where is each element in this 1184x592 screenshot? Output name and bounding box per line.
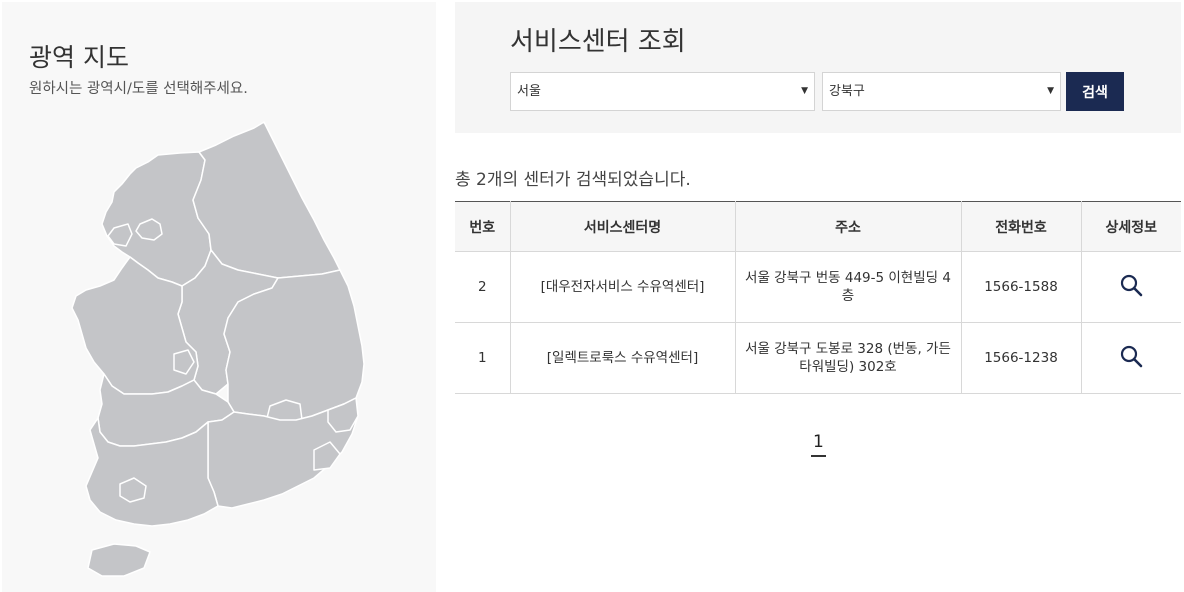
- region-jeju[interactable]: [87, 543, 151, 577]
- header-detail: 상세정보: [1080, 201, 1181, 252]
- header-center-name: 서비스센터명: [509, 201, 735, 252]
- pagination: 1: [811, 432, 826, 457]
- table-header-row: 번호 서비스센터명 주소 전화번호 상세정보: [455, 201, 1181, 252]
- search-panel: 서비스센터 조회 서울 ▼ 강북구 ▼ 검색: [455, 2, 1181, 133]
- row-phone: 1566-1588: [960, 251, 1081, 323]
- results-table: 번호 서비스센터명 주소 전화번호 상세정보 2 [대우전자서비스 수유역센터]…: [455, 201, 1181, 394]
- row-detail: [1080, 322, 1181, 394]
- row-number: 1: [455, 322, 510, 394]
- row-number: 2: [455, 251, 510, 323]
- row-detail: [1080, 251, 1181, 323]
- page-link-current[interactable]: 1: [811, 432, 826, 457]
- row-address: 서울 강북구 도봉로 328 (번동, 가든타워빌딩) 302호: [734, 322, 961, 394]
- region-select-value: 서울: [517, 84, 541, 99]
- district-select-value: 강북구: [829, 84, 865, 99]
- dropdown-arrow-icon: ▼: [801, 86, 808, 96]
- region-gyeonggi[interactable]: [101, 151, 212, 287]
- search-icon[interactable]: [1119, 344, 1143, 373]
- row-phone: 1566-1238: [960, 322, 1081, 394]
- table-row: 1 [일렉트로룩스 수유역센터] 서울 강북구 도봉로 328 (번동, 가든타…: [455, 322, 1181, 394]
- search-icon[interactable]: [1119, 273, 1143, 302]
- region-select[interactable]: 서울 ▼: [510, 72, 815, 111]
- result-count: 총 2개의 센터가 검색되었습니다.: [455, 170, 691, 190]
- korea-map: [71, 121, 365, 577]
- table-row: 2 [대우전자서비스 수유역센터] 서울 강북구 번동 449-5 이현빌딩 4…: [455, 251, 1181, 323]
- search-button[interactable]: 검색: [1066, 72, 1124, 111]
- header-number: 번호: [455, 201, 510, 252]
- district-select[interactable]: 강북구 ▼: [822, 72, 1061, 111]
- region-map-panel: 광역 지도 원하시는 광역시/도를 선택해주세요.: [2, 2, 436, 592]
- row-address: 서울 강북구 번동 449-5 이현빌딩 4층: [734, 251, 961, 323]
- search-title: 서비스센터 조회: [510, 27, 686, 57]
- header-phone: 전화번호: [960, 201, 1081, 252]
- row-center-name: [일렉트로룩스 수유역센터]: [509, 322, 735, 394]
- dropdown-arrow-icon: ▼: [1047, 86, 1054, 96]
- row-center-name: [대우전자서비스 수유역센터]: [509, 251, 735, 323]
- header-address: 주소: [734, 201, 961, 252]
